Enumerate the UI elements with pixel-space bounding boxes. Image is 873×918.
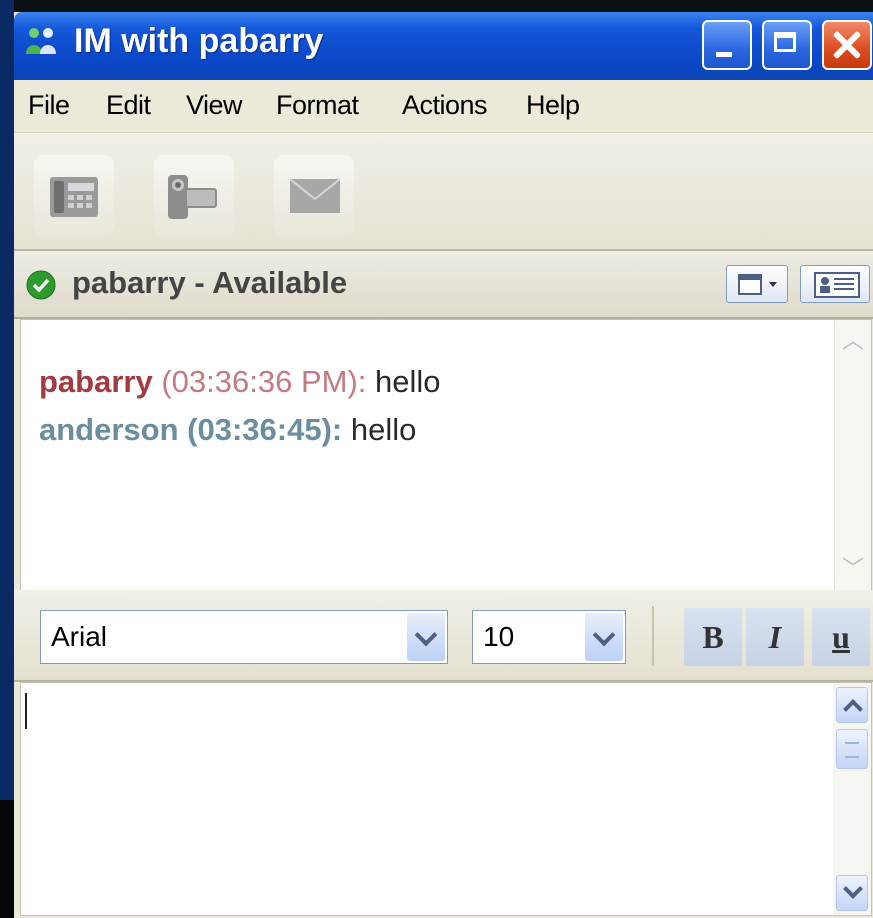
font-size-value: 10: [483, 621, 515, 652]
chevron-down-icon[interactable]: [585, 613, 623, 661]
font-select[interactable]: Arial: [40, 610, 448, 664]
scroll-down-icon[interactable]: [836, 875, 868, 911]
chevron-down-icon[interactable]: [407, 613, 445, 661]
minimize-button[interactable]: [702, 20, 752, 70]
toolbar-separator: [652, 606, 654, 666]
toolbar: [14, 133, 873, 251]
italic-button[interactable]: I: [746, 608, 804, 666]
conversation-history[interactable]: pabarry (03:36:36 PM): hello anderson (0…: [20, 319, 872, 591]
menu-file[interactable]: File: [28, 90, 70, 121]
call-button[interactable]: [34, 155, 114, 237]
window-title: IM with pabarry: [74, 22, 324, 60]
contact-card-button[interactable]: [800, 265, 870, 303]
message-sender: pabarry: [39, 364, 153, 399]
close-button[interactable]: [822, 20, 872, 70]
scroll-up-icon[interactable]: ︿: [837, 324, 869, 358]
window-dropdown-icon: [738, 274, 777, 295]
message-time: (03:36:36 PM):: [161, 364, 367, 399]
message-text: hello: [350, 412, 417, 447]
message-row: pabarry (03:36:36 PM): hello: [39, 364, 441, 400]
menu-bar: File Edit View Format Actions Help: [14, 80, 873, 133]
im-window: IM with pabarry File Edit View Format Ac…: [14, 12, 873, 918]
view-options-dropdown[interactable]: [726, 265, 788, 303]
video-camera-icon: [168, 175, 217, 219]
font-size-select[interactable]: 10: [472, 610, 626, 664]
maximize-button[interactable]: [762, 20, 812, 70]
message-sender: anderson: [39, 412, 179, 447]
menu-format[interactable]: Format: [276, 90, 359, 121]
app-icon: [26, 28, 56, 54]
available-check-icon: [26, 270, 56, 300]
contact-status-bar: pabarry - Available: [14, 251, 873, 319]
email-button[interactable]: [274, 155, 354, 237]
scroll-thumb[interactable]: [836, 729, 868, 769]
message-time: (03:36:45):: [187, 412, 343, 447]
phone-icon: [50, 177, 98, 217]
text-caret: [25, 693, 27, 729]
bold-button[interactable]: B: [684, 608, 742, 666]
menu-help[interactable]: Help: [526, 90, 580, 121]
message-input[interactable]: [20, 682, 872, 916]
input-scrollbar[interactable]: [833, 683, 871, 915]
scroll-down-icon[interactable]: ﹀: [837, 552, 869, 586]
title-bar[interactable]: IM with pabarry: [14, 12, 873, 80]
format-toolbar: Arial 10 B I u: [14, 590, 873, 682]
menu-view[interactable]: View: [186, 90, 243, 121]
underline-button[interactable]: u: [812, 608, 870, 666]
history-scrollbar[interactable]: ︿ ﹀: [834, 320, 871, 590]
message-row: anderson (03:36:45): hello: [39, 412, 416, 448]
message-text: hello: [375, 364, 441, 399]
mail-icon: [289, 178, 341, 213]
font-value: Arial: [51, 621, 108, 652]
desktop-background: [0, 0, 14, 918]
menu-edit[interactable]: Edit: [106, 90, 151, 121]
contact-card-icon: [814, 272, 860, 298]
scroll-up-icon[interactable]: [836, 687, 868, 723]
video-call-button[interactable]: [154, 155, 234, 237]
contact-status-text: pabarry - Available: [72, 265, 348, 300]
menu-actions[interactable]: Actions: [402, 90, 488, 121]
desktop-background-bottom: [0, 800, 14, 918]
